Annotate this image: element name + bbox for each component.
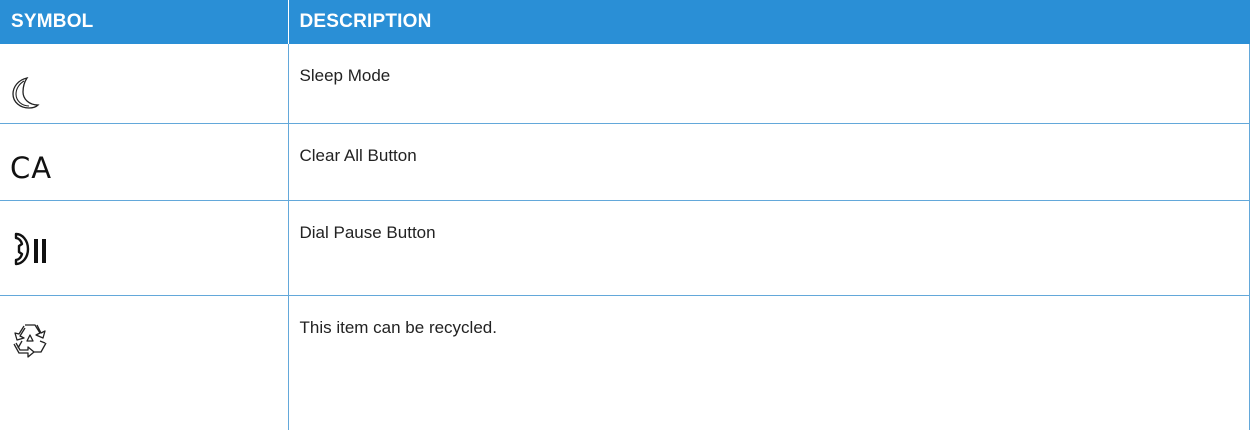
description-cell: Clear All Button [288,123,1250,201]
symbol-table: SYMBOL DESCRIPTION Sleep Mode CA Clear A… [0,0,1250,430]
moon-icon [0,44,288,115]
table-row: Sleep Mode [0,44,1250,124]
symbol-cell [0,44,289,124]
description-cell: Dial Pause Button [288,200,1250,296]
description-text: Sleep Mode [299,66,391,85]
description-cell: Sleep Mode [288,44,1250,124]
description-column-header: DESCRIPTION [288,0,1250,44]
table-row: Dial Pause Button [0,200,1250,296]
symbol-cell [0,200,289,296]
description-text: This item can be recycled. [299,318,497,337]
description-cell: This item can be recycled. [288,295,1250,430]
symbol-cell: CA [0,123,289,201]
description-text: Clear All Button [299,146,417,165]
description-text: Dial Pause Button [299,223,436,242]
table-row: CA Clear All Button [0,123,1250,201]
recycle-icon [0,296,288,366]
table-header-row: SYMBOL DESCRIPTION [0,0,1250,44]
ca-icon: CA [0,124,288,185]
dial-pause-icon [0,201,288,272]
symbol-cell [0,295,289,430]
table-row: This item can be recycled. [0,295,1250,430]
symbol-column-header: SYMBOL [0,0,289,44]
ca-symbol-text: CA [10,151,53,185]
